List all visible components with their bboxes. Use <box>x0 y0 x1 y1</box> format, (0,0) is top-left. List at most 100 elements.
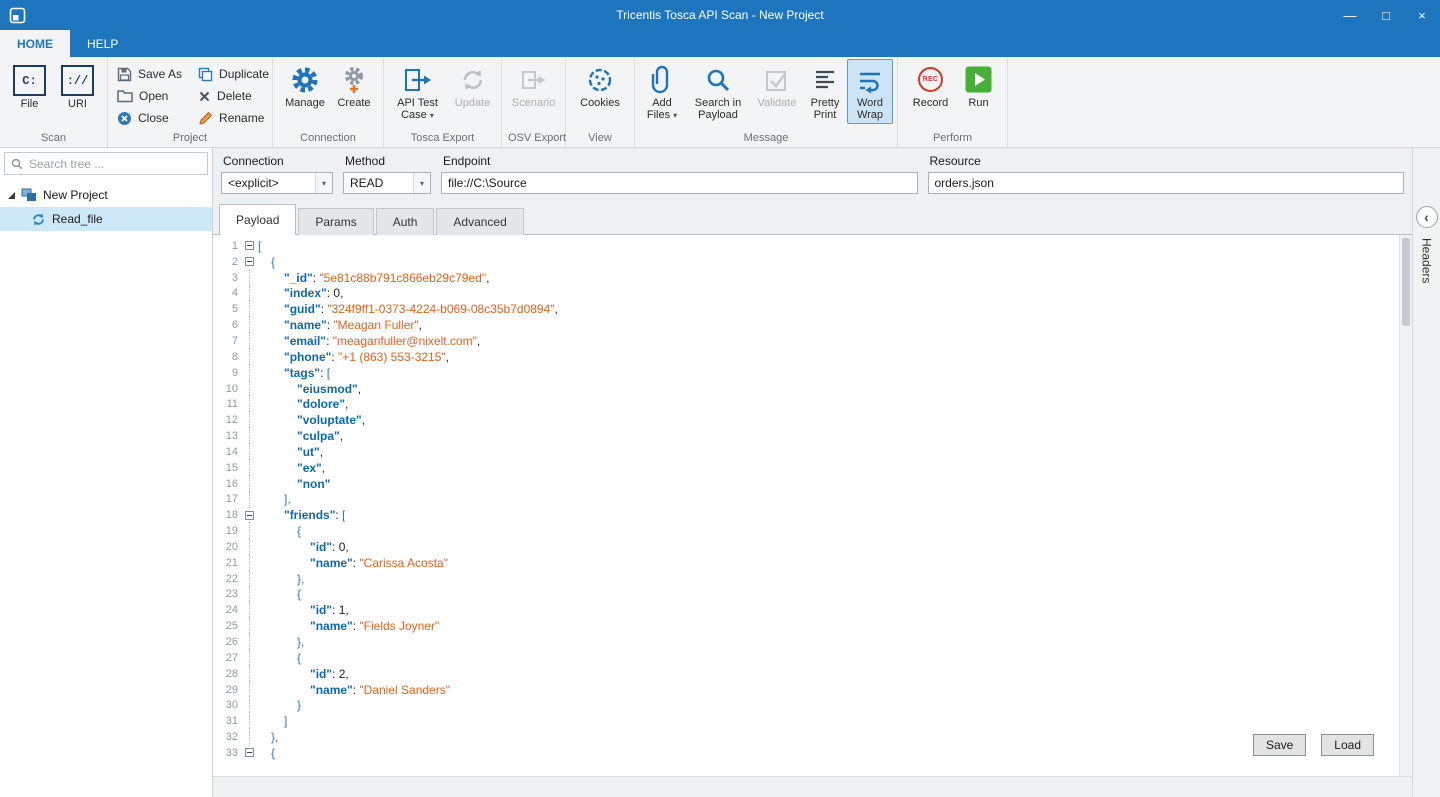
code-text[interactable]: "id": 0, <box>258 540 349 554</box>
sync-icon <box>31 212 46 227</box>
code-text[interactable]: }, <box>258 730 278 744</box>
code-text[interactable]: "email": "meaganfuller@nixelt.com", <box>258 334 480 348</box>
fold-gutter <box>240 301 258 317</box>
close-button[interactable]: × <box>1404 0 1440 30</box>
tab-advanced[interactable]: Advanced <box>436 208 523 235</box>
code-text[interactable]: "_id": "5e81c88b791c866eb29c79ed", <box>258 271 489 285</box>
code-text[interactable]: "id": 1, <box>258 603 349 617</box>
line-number: 10 <box>213 383 240 395</box>
code-text[interactable]: "name": "Daniel Sanders" <box>258 683 450 697</box>
code-text[interactable]: "phone": "+1 (863) 553-3215", <box>258 350 449 364</box>
word-wrap-button[interactable]: Word Wrap <box>847 59 893 124</box>
editor-line: 17], <box>213 492 1412 508</box>
code-text[interactable]: "ex", <box>258 461 325 475</box>
save-button[interactable]: Save <box>1253 734 1306 756</box>
code-text[interactable]: "tags": [ <box>258 366 330 380</box>
app-window: Tricentis Tosca API Scan - New Project —… <box>0 0 1440 797</box>
maximize-button[interactable]: □ <box>1368 0 1404 30</box>
code-text[interactable]: "dolore", <box>258 397 348 411</box>
method-select[interactable]: READ ▾ <box>343 172 431 194</box>
sync-arrows-icon <box>459 64 487 95</box>
load-button[interactable]: Load <box>1321 734 1374 756</box>
cookies-button[interactable]: Cookies <box>572 59 628 112</box>
ribbon-group-perform: REC Record Run Perform <box>898 57 1008 147</box>
code-text[interactable]: "non" <box>258 477 330 491</box>
endpoint-input[interactable] <box>441 172 918 194</box>
open-button[interactable]: Open <box>110 85 189 107</box>
code-text[interactable]: "index": 0, <box>258 286 343 300</box>
horizontal-scrollbar[interactable] <box>213 776 1412 797</box>
code-text[interactable]: { <box>258 651 301 665</box>
code-text[interactable]: { <box>258 587 301 601</box>
pretty-print-button[interactable]: Pretty Print <box>803 59 847 124</box>
minimize-button[interactable]: — <box>1332 0 1368 30</box>
code-text[interactable]: } <box>258 698 301 712</box>
editor-line: 8"phone": "+1 (863) 553-3215", <box>213 349 1412 365</box>
code-text[interactable]: "ut", <box>258 445 323 459</box>
code-text[interactable]: "name": "Meagan Fuller", <box>258 318 422 332</box>
create-button[interactable]: Create <box>331 59 377 112</box>
code-text[interactable]: "culpa", <box>258 429 343 443</box>
fold-toggle-icon[interactable] <box>240 745 258 761</box>
record-button[interactable]: REC Record <box>905 59 957 112</box>
fold-toggle-icon[interactable] <box>240 238 258 254</box>
code-text[interactable]: "voluptate", <box>258 413 365 427</box>
code-text[interactable]: "friends": [ <box>258 508 345 522</box>
ribbon-group-osv-export: Scenario OSV Export <box>502 57 566 147</box>
tree-expander-icon[interactable] <box>8 192 15 199</box>
payload-editor[interactable]: 1[2{3"_id": "5e81c88b791c866eb29c79ed",4… <box>213 235 1412 776</box>
tab-params[interactable]: Params <box>298 208 373 235</box>
run-button[interactable]: Run <box>957 59 1001 112</box>
chevron-down-icon[interactable]: ▾ <box>413 173 430 193</box>
code-text[interactable]: "name": "Carissa Acosta" <box>258 556 448 570</box>
fold-gutter <box>240 444 258 460</box>
editor-line: 7"email": "meaganfuller@nixelt.com", <box>213 333 1412 349</box>
fold-toggle-icon[interactable] <box>240 254 258 270</box>
rename-button[interactable]: Rename <box>191 107 276 129</box>
tree-item-new-project[interactable]: New Project <box>0 183 212 207</box>
search-tree-input[interactable] <box>29 157 201 171</box>
code-text[interactable]: ] <box>258 714 287 728</box>
connection-label: Connection <box>221 154 333 168</box>
vertical-scrollbar-thumb[interactable] <box>1402 238 1410 326</box>
api-test-case-button[interactable]: API Test Case ▾ <box>388 59 448 125</box>
search-in-payload-button[interactable]: Search in Payload <box>685 59 751 124</box>
file-button[interactable]: C: File <box>6 59 54 113</box>
editor-line: 12"voluptate", <box>213 412 1412 428</box>
tab-help[interactable]: HELP <box>70 30 135 57</box>
chevron-down-icon[interactable]: ▾ <box>315 173 332 193</box>
code-text[interactable]: }, <box>258 572 304 586</box>
uri-button[interactable]: :// URI <box>54 59 102 113</box>
line-number: 4 <box>213 287 240 299</box>
code-text[interactable]: { <box>258 255 275 269</box>
fold-toggle-icon[interactable] <box>240 507 258 523</box>
search-tree-box <box>4 152 208 175</box>
editor-line: 21"name": "Carissa Acosta" <box>213 555 1412 571</box>
save-as-button[interactable]: Save As <box>110 63 189 85</box>
manage-button[interactable]: Manage <box>279 59 331 112</box>
code-text[interactable]: "name": "Fields Joyner" <box>258 619 439 633</box>
connection-select[interactable]: <explicit> ▾ <box>221 172 333 194</box>
code-text[interactable]: ], <box>258 492 291 506</box>
code-text[interactable]: "eiusmod", <box>258 382 361 396</box>
vertical-scrollbar[interactable] <box>1399 235 1412 776</box>
tab-auth[interactable]: Auth <box>376 208 435 235</box>
add-files-button[interactable]: Add Files ▾ <box>639 59 685 125</box>
close-project-button[interactable]: Close <box>110 107 189 129</box>
code-text[interactable]: "id": 2, <box>258 667 349 681</box>
headers-panel-toggle[interactable]: ‹ <box>1416 206 1438 228</box>
code-text[interactable]: { <box>258 524 301 538</box>
delete-button[interactable]: Delete <box>191 85 276 107</box>
editor-line: 25"name": "Fields Joyner" <box>213 618 1412 634</box>
headers-panel-collapsed[interactable]: ‹ Headers <box>1412 148 1440 797</box>
code-text[interactable]: "guid": "324f9ff1-0373-4224-b069-08c35b7… <box>258 302 558 316</box>
code-text[interactable]: { <box>258 746 275 760</box>
resource-input[interactable] <box>928 172 1405 194</box>
duplicate-icon <box>198 67 213 82</box>
code-text[interactable]: }, <box>258 635 304 649</box>
duplicate-button[interactable]: Duplicate <box>191 63 276 85</box>
tab-payload[interactable]: Payload <box>219 204 296 235</box>
tree-item-read-file[interactable]: Read_file <box>0 207 212 231</box>
code-text[interactable]: [ <box>258 239 261 253</box>
tab-home[interactable]: HOME <box>0 30 70 57</box>
